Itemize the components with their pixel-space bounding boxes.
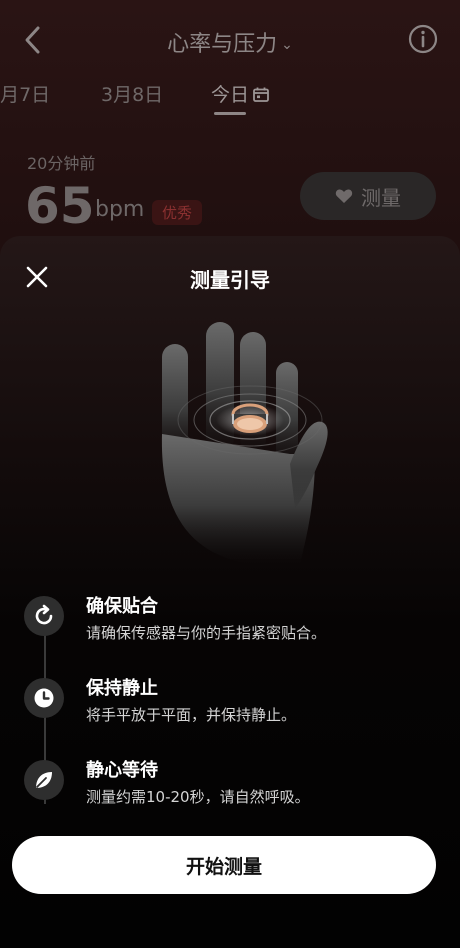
measure-button-label: 测量 [361,185,401,210]
refresh-icon [35,604,53,625]
measure-button[interactable]: 测量 [300,172,436,220]
page-title[interactable]: 心率与压力 ⌄ [0,26,460,58]
info-button[interactable] [408,24,438,54]
sheet-title: 测量引导 [190,268,270,292]
step-description: 测量约需10-20秒，请自然呼吸。 [86,788,310,806]
step-description: 将手平放于平面，并保持静止。 [86,706,297,724]
step-title: 确保贴合 [86,596,158,617]
tab-mar-7[interactable]: 3月7日 [0,80,50,107]
top-bar: 心率与压力 ⌄ [0,0,460,80]
step-still: 保持静止 将手平放于平面，并保持静止。 [0,678,460,748]
heart-rate-unit: bpm [95,197,145,222]
step-title: 静心等待 [86,760,158,781]
step-wait: 静心等待 测量约需10-20秒，请自然呼吸。 [0,760,460,830]
start-measurement-button[interactable]: 开始测量 [12,836,436,894]
chevron-down-icon: ⌄ [281,37,293,53]
leaf-icon [36,772,52,788]
active-tab-indicator [214,112,246,115]
tab-mar-8[interactable]: 3月8日 [101,80,163,107]
calendar-icon [253,87,269,102]
step-title: 保持静止 [86,678,158,699]
measured-time: 20分钟前 [27,154,96,173]
info-icon [408,24,438,54]
step-fit: 确保贴合 请确保传感器与你的手指紧密贴合。 [0,596,460,666]
hand-ring-illustration [161,322,328,564]
status-badge: 优秀 [152,200,203,225]
tab-today[interactable]: 今日 [211,80,269,107]
measurement-guide-sheet: 测量引导 确保贴合 请确保传感器与你的手指紧密贴合。 保持静止 将手平放于平面，… [0,236,460,948]
start-button-label: 开始测量 [185,855,262,878]
step-icon-container [24,596,64,636]
tab-label: 今日 [211,84,250,106]
tab-label: 3月7日 [0,84,51,106]
step-icon-container [24,760,64,800]
heart-icon [335,189,353,203]
clock-icon [34,688,54,708]
tab-label: 3月8日 [101,84,164,106]
step-icon-container [24,678,64,718]
heart-rate-value: 65 [25,177,95,235]
page-title-text: 心率与压力 [167,32,278,57]
step-description: 请确保传感器与你的手指紧密贴合。 [86,624,327,642]
